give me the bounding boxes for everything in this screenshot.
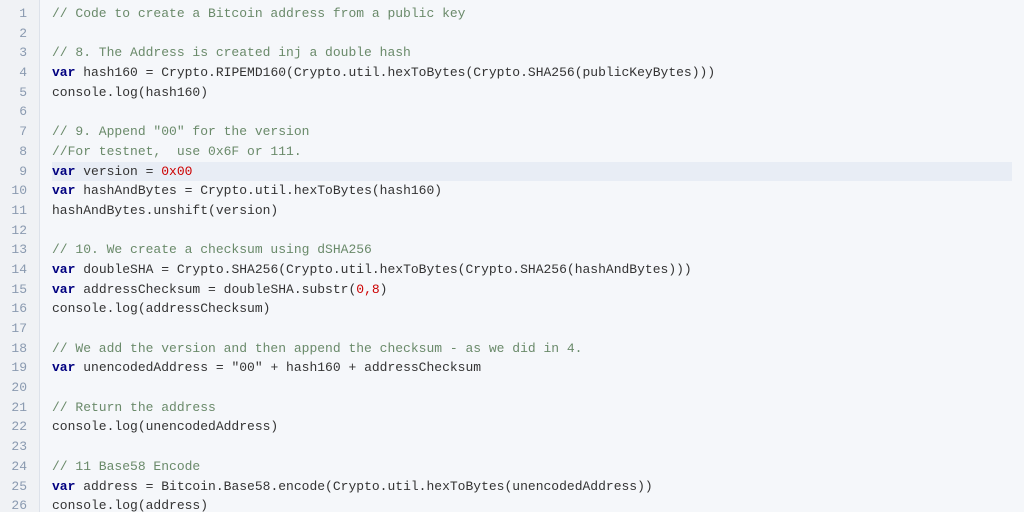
line-number-13: 13: [8, 240, 31, 260]
token: // Code to create a Bitcoin address from…: [52, 4, 465, 24]
code-line-3: // 8. The Address is created inj a doubl…: [52, 43, 1012, 63]
code-line-20: [52, 378, 1012, 398]
code-line-10: var hashAndBytes = Crypto.util.hexToByte…: [52, 181, 1012, 201]
line-number-7: 7: [8, 122, 31, 142]
token: var: [52, 358, 83, 378]
token: // 10. We create a checksum using dSHA25…: [52, 240, 372, 260]
line-number-16: 16: [8, 299, 31, 319]
code-line-26: console.log(address): [52, 496, 1012, 512]
line-number-2: 2: [8, 24, 31, 44]
line-number-17: 17: [8, 319, 31, 339]
code-line-16: console.log(addressChecksum): [52, 299, 1012, 319]
line-number-18: 18: [8, 339, 31, 359]
code-line-8: //For testnet, use 0x6F or 111.: [52, 142, 1012, 162]
token: doubleSHA = Crypto.SHA256(Crypto.util.he…: [83, 260, 692, 280]
line-number-11: 11: [8, 201, 31, 221]
token: // 8. The Address is created inj a doubl…: [52, 43, 411, 63]
code-line-15: var addressChecksum = doubleSHA.substr(0…: [52, 280, 1012, 300]
token: hashAndBytes.unshift(version): [52, 201, 278, 221]
token: // Return the address: [52, 398, 216, 418]
token: var: [52, 260, 83, 280]
token: var: [52, 181, 83, 201]
code-line-12: [52, 221, 1012, 241]
code-line-18: // We add the version and then append th…: [52, 339, 1012, 359]
token: hash160 = Crypto.RIPEMD160(Crypto.util.h…: [83, 63, 715, 83]
line-number-23: 23: [8, 437, 31, 457]
token: var: [52, 63, 83, 83]
line-number-4: 4: [8, 63, 31, 83]
code-content[interactable]: // Code to create a Bitcoin address from…: [40, 0, 1024, 512]
line-number-8: 8: [8, 142, 31, 162]
line-number-3: 3: [8, 43, 31, 63]
code-line-22: console.log(unencodedAddress): [52, 417, 1012, 437]
code-line-2: [52, 24, 1012, 44]
line-number-24: 24: [8, 457, 31, 477]
token: 0x00: [161, 162, 192, 182]
code-line-11: hashAndBytes.unshift(version): [52, 201, 1012, 221]
code-line-7: // 9. Append "00" for the version: [52, 122, 1012, 142]
line-number-12: 12: [8, 221, 31, 241]
token: var: [52, 477, 83, 497]
token: addressChecksum = doubleSHA.substr(: [83, 280, 356, 300]
token: var: [52, 280, 83, 300]
token: var: [52, 162, 83, 182]
token: console.log(addressChecksum): [52, 299, 270, 319]
code-line-23: [52, 437, 1012, 457]
code-line-17: [52, 319, 1012, 339]
token: address = Bitcoin.Base58.encode(Crypto.u…: [83, 477, 653, 497]
token: console.log(hash160): [52, 83, 208, 103]
code-line-19: var unencodedAddress = "00" + hash160 + …: [52, 358, 1012, 378]
code-line-9: var version = 0x00: [52, 162, 1012, 182]
token: version =: [83, 162, 161, 182]
code-line-21: // Return the address: [52, 398, 1012, 418]
line-number-22: 22: [8, 417, 31, 437]
line-number-20: 20: [8, 378, 31, 398]
token: console.log(unencodedAddress): [52, 417, 278, 437]
line-number-5: 5: [8, 83, 31, 103]
line-number-9: 9: [8, 162, 31, 182]
code-line-4: var hash160 = Crypto.RIPEMD160(Crypto.ut…: [52, 63, 1012, 83]
code-line-6: [52, 102, 1012, 122]
token: //For testnet, use 0x6F or 111.: [52, 142, 302, 162]
code-editor: 1234567891011121314151617181920212223242…: [0, 0, 1024, 512]
line-number-26: 26: [8, 496, 31, 512]
line-number-10: 10: [8, 181, 31, 201]
token: // 11 Base58 Encode: [52, 457, 200, 477]
token: 0,8: [356, 280, 379, 300]
line-number-15: 15: [8, 280, 31, 300]
line-number-21: 21: [8, 398, 31, 418]
token: ): [380, 280, 388, 300]
code-line-25: var address = Bitcoin.Base58.encode(Cryp…: [52, 477, 1012, 497]
token: unencodedAddress = "00" + hash160 + addr…: [83, 358, 481, 378]
line-numbers: 1234567891011121314151617181920212223242…: [0, 0, 40, 512]
line-number-25: 25: [8, 477, 31, 497]
token: hashAndBytes = Crypto.util.hexToBytes(ha…: [83, 181, 442, 201]
token: console.log(address): [52, 496, 208, 512]
line-number-1: 1: [8, 4, 31, 24]
code-line-24: // 11 Base58 Encode: [52, 457, 1012, 477]
line-number-19: 19: [8, 358, 31, 378]
token: // 9. Append "00" for the version: [52, 122, 309, 142]
code-line-14: var doubleSHA = Crypto.SHA256(Crypto.uti…: [52, 260, 1012, 280]
line-number-14: 14: [8, 260, 31, 280]
code-line-1: // Code to create a Bitcoin address from…: [52, 4, 1012, 24]
line-number-6: 6: [8, 102, 31, 122]
code-line-5: console.log(hash160): [52, 83, 1012, 103]
code-line-13: // 10. We create a checksum using dSHA25…: [52, 240, 1012, 260]
token: // We add the version and then append th…: [52, 339, 583, 359]
